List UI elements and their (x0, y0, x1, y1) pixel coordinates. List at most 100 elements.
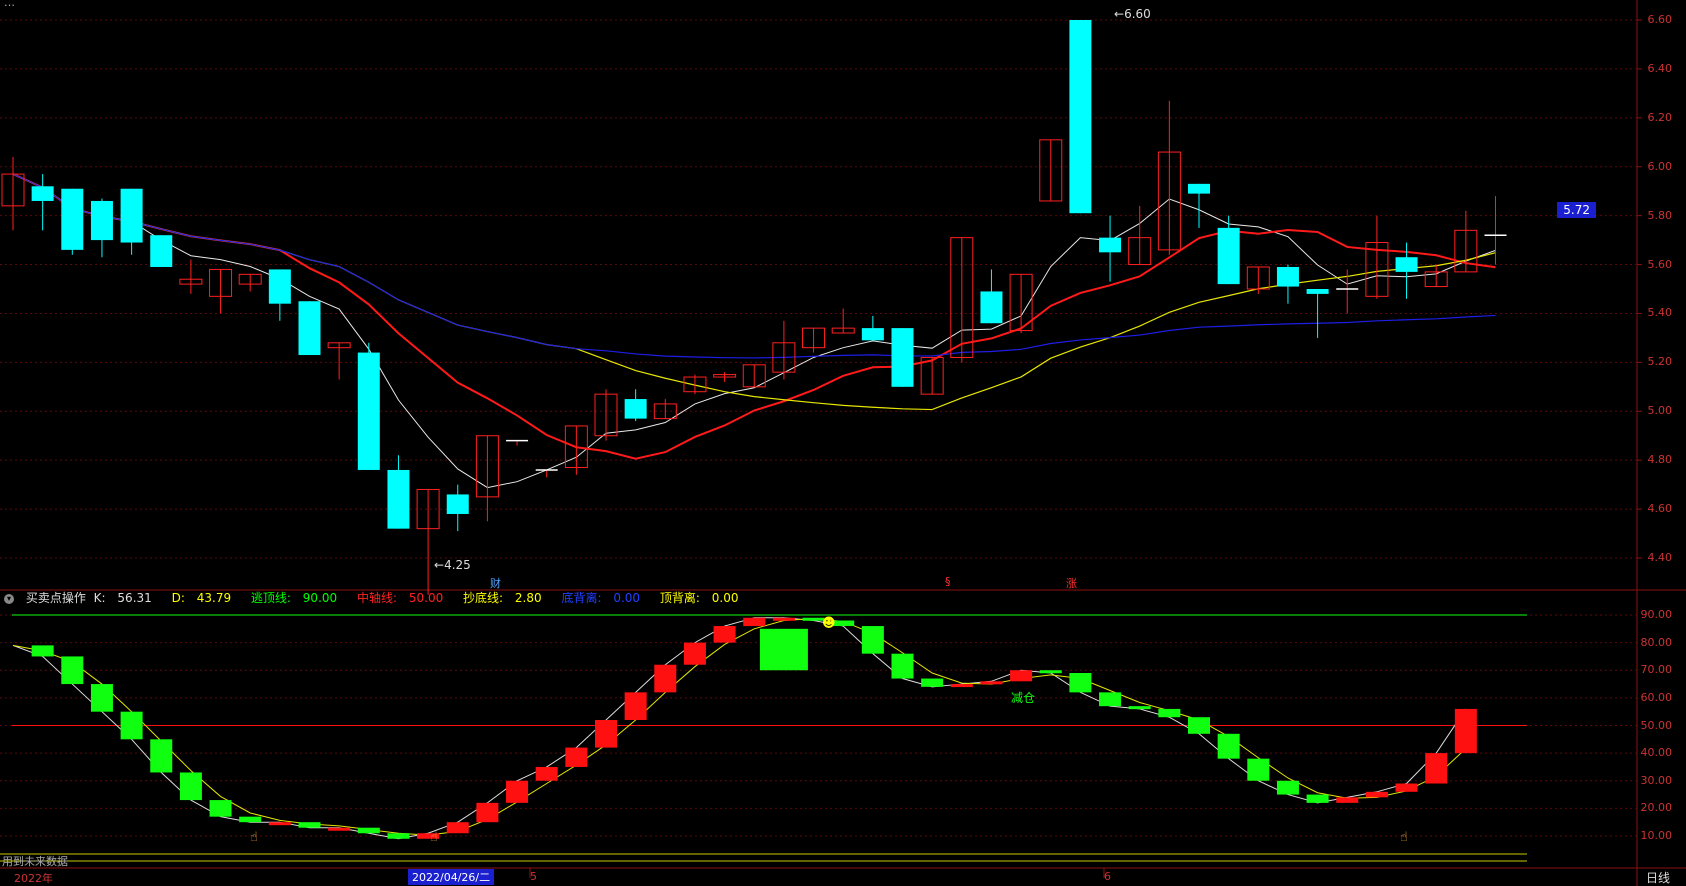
candle-down (1069, 20, 1092, 214)
kd-bar (506, 780, 529, 803)
price-axis-label: 6.60 (1647, 13, 1673, 26)
kd-bar (179, 772, 202, 801)
candle-down (980, 291, 1003, 324)
candle-down (357, 352, 380, 470)
indicator-axis-label: 90.00 (1640, 608, 1673, 621)
kd-bar (1276, 780, 1299, 795)
kd-bar (1454, 708, 1477, 754)
kd-bar (654, 664, 677, 693)
indicator-axis-label: 20.00 (1640, 801, 1673, 815)
price-axis-label: 5.60 (1647, 257, 1673, 271)
d-value: D: 43.79 (171, 591, 232, 605)
kd-bar (298, 822, 321, 828)
indicator-axis-label: 70.00 (1640, 663, 1673, 677)
candle-down (120, 188, 143, 243)
price-axis-label: 5.40 (1647, 306, 1673, 320)
price-axis-label: 6.40 (1647, 61, 1673, 75)
price-axis-label: 5.80 (1647, 208, 1673, 222)
kd-bar (950, 684, 973, 688)
kd-bar (535, 766, 558, 781)
price-axis-label: 4.40 (1647, 551, 1673, 564)
indicator-axis-label: 50.00 (1640, 718, 1673, 732)
candle-down (150, 235, 173, 267)
kd-bar (328, 827, 351, 831)
low-price-label: ←4.25 (434, 558, 471, 572)
period-label[interactable]: 日线 (1646, 869, 1670, 886)
kd-bar (120, 711, 143, 740)
ma5-line (12, 173, 1496, 489)
marker-s[interactable]: § (945, 575, 951, 588)
kd-bar (1188, 717, 1210, 734)
indicator-title-row: ▾ 买卖点操作 K: 56.31 D: 43.79 逃顶线: 90.00 中轴线… (4, 590, 754, 606)
smiley-icon: ☻ (822, 616, 836, 631)
moving-average-lines (12, 173, 1496, 489)
candle-down (387, 469, 410, 529)
kd-bar (61, 656, 84, 685)
kd-bar (683, 642, 706, 665)
candle-down (298, 301, 321, 356)
top-divergence-value: 顶背离: 0.00 (659, 591, 739, 605)
kd-bar (595, 719, 617, 748)
indicator-axis-label: 10.00 (1640, 829, 1673, 842)
kd-bar (1128, 706, 1151, 710)
candle-down (861, 328, 884, 341)
indicator-axis-label: 30.00 (1640, 773, 1673, 787)
kd-bar (268, 822, 291, 826)
candle-down (31, 186, 54, 201)
kd-bar (624, 692, 647, 720)
grid-lines (0, 0, 1686, 886)
top-line-value: 逃顶线: 90.00 (250, 591, 338, 605)
candle-down (624, 399, 647, 419)
chart-canvas (0, 0, 1686, 886)
candle-down (446, 494, 469, 514)
annotation-sell: 卖 (828, 662, 839, 675)
price-axis-label: 5.20 (1647, 355, 1673, 369)
ma60-line (12, 173, 1496, 359)
bottom-line-value: 抄底线: 2.80 (463, 591, 542, 605)
candlesticks[interactable] (1, 20, 1507, 595)
price-axis-label: 6.00 (1647, 159, 1673, 173)
hand-pointer-icon: ☝ (250, 830, 258, 845)
month-6-label: 6 (1104, 870, 1111, 883)
kd-bar (476, 802, 499, 823)
candle-down (268, 269, 291, 304)
kd-bar (743, 617, 766, 627)
kd-bar (31, 645, 54, 657)
kd-bars[interactable] (31, 617, 1477, 839)
marker-zhang[interactable]: 涨 (1066, 575, 1077, 591)
collapse-icon[interactable]: ▾ (4, 593, 14, 604)
price-axis-label: 6.20 (1647, 110, 1673, 124)
kd-bar (1217, 733, 1240, 759)
ma10-line (12, 173, 1496, 460)
annotation-reduce: 减仓 (1011, 691, 1036, 705)
kd-bar (861, 626, 884, 654)
kd-bar (239, 816, 262, 823)
candle-down (1306, 289, 1329, 294)
indicator-axis-label: 80.00 (1640, 635, 1673, 649)
sell-signal-box (759, 628, 808, 671)
price-axis-label: 4.80 (1647, 453, 1673, 467)
candle-down (891, 328, 914, 387)
kd-bar (446, 822, 469, 834)
high-price-label: ←6.60 (1114, 7, 1151, 21)
indicator-axis-label: 60.00 (1640, 690, 1673, 704)
marker-cai[interactable]: 财 (490, 575, 501, 591)
candle-down (1276, 266, 1299, 287)
kd-bar (1306, 794, 1329, 803)
kd-bar (150, 739, 173, 773)
bottom-divergence-value: 底背离: 0.00 (561, 591, 641, 605)
indicator-name[interactable]: 买卖点操作 (26, 591, 86, 605)
kd-bar (1010, 670, 1033, 682)
current-price-tag: 5.72 (1557, 202, 1596, 218)
candle-down (61, 188, 84, 250)
price-axis-label: 5.00 (1647, 404, 1673, 418)
kd-bar (1069, 673, 1092, 693)
kd-bar (713, 626, 736, 643)
kd-bar (921, 678, 944, 687)
kd-bar (1247, 758, 1270, 781)
candle-down (1217, 227, 1240, 285)
kd-bar (1158, 708, 1181, 718)
year-label: 2022年 (14, 872, 53, 885)
kd-bar (565, 747, 588, 767)
hand-pointer-icon: ☝ (430, 830, 438, 845)
